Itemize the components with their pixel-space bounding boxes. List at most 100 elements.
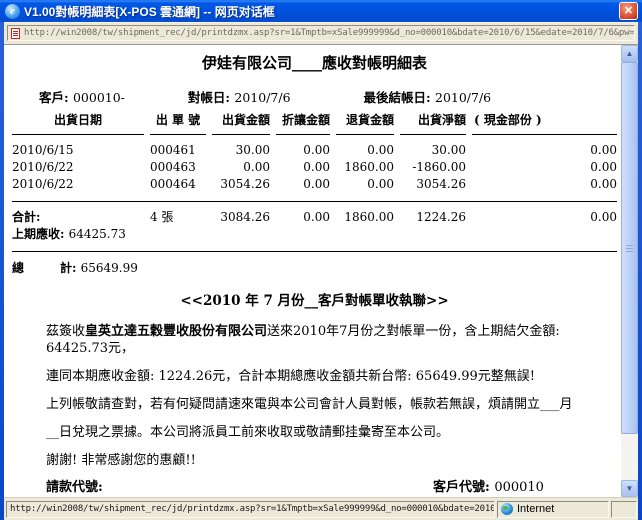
cell-docno: 000464 xyxy=(150,176,206,193)
col-header-discount: 折讓金額 xyxy=(276,112,330,129)
cell-date: 2010/6/15 xyxy=(12,142,144,159)
cell-return: 0.00 xyxy=(336,142,394,159)
customer-value: 000010- xyxy=(73,90,125,105)
resize-grip-pane xyxy=(611,501,637,518)
cell-cash: 0.00 xyxy=(472,159,617,176)
col-header-net: 出貨淨額 xyxy=(400,112,466,129)
customer-code-label: 客戶代號: xyxy=(433,480,494,495)
total-net: 1224.26 xyxy=(400,209,466,226)
previous-balance-value: 64425.73 xyxy=(69,227,126,241)
letter-paragraph-5: 謝謝! 非常感謝您的惠顧!! xyxy=(46,452,589,469)
customer-field: 客戶: 000010- xyxy=(39,87,125,106)
cell-discount: 0.00 xyxy=(276,142,330,159)
customer-label: 客戶: xyxy=(39,90,73,105)
title-bar[interactable]: e V1.00對帳明細表[X-POS 雲通網] -- 网页对话框 ✕ xyxy=(0,0,642,22)
vertical-scrollbar[interactable]: ▲ ▼ xyxy=(621,45,638,497)
cell-amount: 30.00 xyxy=(212,142,270,159)
bill-code-label: 請款代號: xyxy=(46,480,103,495)
total-amount: 3084.26 xyxy=(212,209,270,226)
header-underline xyxy=(12,134,617,136)
address-field: http://win2008/tw/shipment_rec/jd/printd… xyxy=(7,25,635,41)
letter-paragraph-1: 茲簽收皇英立達五穀豐收股份有限公司送來2010年7月份之對帳單一份，含上期結欠金… xyxy=(46,323,589,357)
report-info-row: 客戶: 000010- 對帳日: 2010/7/6 最後結帳日: 2010/7/… xyxy=(12,87,617,106)
letter-p1-prefix: 茲簽收 xyxy=(46,324,85,339)
letter-paragraph-3: 上列帳敬請查對，若有何疑問請速來電與本公司會計人員對帳，帳款若無誤，煩請開立__… xyxy=(46,396,589,413)
col-header-date: 出貨日期 xyxy=(12,112,144,129)
table-body: 2010/6/15 000461 30.00 0.00 0.00 30.00 0… xyxy=(12,142,617,193)
table-row: 2010/6/22 000463 0.00 0.00 1860.00 -1860… xyxy=(12,159,617,176)
table-row: 2010/6/15 000461 30.00 0.00 0.00 30.00 0… xyxy=(12,142,617,159)
statement-document: 伊娃有限公司____應收對帳明細表 客戶: 000010- 對帳日: 2010/… xyxy=(4,45,621,497)
close-button[interactable]: ✕ xyxy=(619,2,638,20)
cell-date: 2010/6/22 xyxy=(12,159,144,176)
grand-total-value: 65649.99 xyxy=(81,261,138,275)
scroll-down-icon: ▼ xyxy=(626,484,634,493)
cell-docno: 000463 xyxy=(150,159,206,176)
ie-icon: e xyxy=(5,4,20,19)
previous-balance-row: 上期應收: 64425.73 xyxy=(12,226,617,243)
report-title: 伊娃有限公司____應收對帳明細表 xyxy=(12,52,617,73)
total-label: 合計: xyxy=(12,209,144,226)
last-close-label: 最後結帳日: xyxy=(364,90,435,105)
bill-code-field: 請款代號: xyxy=(46,480,433,496)
cell-discount: 0.00 xyxy=(276,176,330,193)
status-bar: http://win2008/tw/shipment_rec/jd/printd… xyxy=(4,497,638,520)
divider xyxy=(12,251,617,252)
customer-code-field: 客戶代號: 000010 xyxy=(433,480,617,496)
divider xyxy=(12,201,617,202)
statement-date-value: 2010/7/6 xyxy=(234,90,290,105)
table-row: 2010/6/22 000464 3054.26 0.00 0.00 3054.… xyxy=(12,176,617,193)
col-header-docno: 出 單 號 xyxy=(150,112,206,129)
cell-docno: 000461 xyxy=(150,142,206,159)
window-title: V1.00對帳明細表[X-POS 雲通網] -- 网页对话框 xyxy=(24,3,619,20)
col-header-amount: 出貨金額 xyxy=(212,112,270,129)
previous-balance-label: 上期應收: xyxy=(12,227,69,241)
codes-row: 請款代號: 客戶代號: 000010 xyxy=(46,480,617,496)
cell-discount: 0.00 xyxy=(276,159,330,176)
letter-body: 茲簽收皇英立達五穀豐收股份有限公司送來2010年7月份之對帳單一份，含上期結欠金… xyxy=(46,323,589,469)
internet-globe-icon xyxy=(501,503,513,515)
scroll-down-button[interactable]: ▼ xyxy=(621,480,638,497)
cell-net: 3054.26 xyxy=(400,176,466,193)
address-url: http://win2008/tw/shipment_rec/jd/printd… xyxy=(24,28,635,38)
address-bar: http://win2008/tw/shipment_rec/jd/printd… xyxy=(4,22,638,44)
customer-code-value: 000010 xyxy=(494,480,544,495)
cell-amount: 0.00 xyxy=(212,159,270,176)
col-header-cash: ( 現金部份 ) xyxy=(472,112,617,129)
last-close-value: 2010/7/6 xyxy=(435,90,491,105)
total-return: 1860.00 xyxy=(336,209,394,226)
col-header-return: 退貨金額 xyxy=(336,112,394,129)
letter-company-name: 皇英立達五穀豐收股份有限公司 xyxy=(85,324,267,339)
security-zone-pane: Internet xyxy=(497,501,609,518)
grand-total-label: 總 計: xyxy=(12,261,81,275)
cell-cash: 0.00 xyxy=(472,176,617,193)
asp-page-icon xyxy=(11,28,20,39)
document-area: 伊娃有限公司____應收對帳明細表 客戶: 000010- 對帳日: 2010/… xyxy=(4,44,638,497)
scroll-up-icon: ▲ xyxy=(626,49,634,58)
statement-date-field: 對帳日: 2010/7/6 xyxy=(188,87,291,106)
total-row: 合計: 4 張 3084.26 0.00 1860.00 1224.26 0.0… xyxy=(12,209,617,226)
status-url-pane: http://win2008/tw/shipment_rec/jd/printd… xyxy=(6,501,495,518)
security-zone-label: Internet xyxy=(517,503,554,515)
total-discount: 0.00 xyxy=(276,209,330,226)
grand-total-row: 總 計: 65649.99 xyxy=(12,259,617,276)
cell-cash: 0.00 xyxy=(472,142,617,159)
letter-paragraph-2: 連同本期應收金額: 1224.26元，合計本期總應收金額共新台幣: 65649.… xyxy=(46,368,589,385)
cell-return: 1860.00 xyxy=(336,159,394,176)
letter-paragraph-4: __日兌現之票據。本公司將派員工前來收取或敬請郵挂彙寄至本公司。 xyxy=(46,424,589,441)
scrollbar-thumb[interactable] xyxy=(621,62,638,434)
cell-net: -1860.00 xyxy=(400,159,466,176)
letter-heading: <<2010 年 7 月份__客戶對帳單收執聯>> xyxy=(12,289,617,309)
dialog-window: e V1.00對帳明細表[X-POS 雲通網] -- 网页对话框 ✕ http:… xyxy=(0,0,642,520)
cell-net: 30.00 xyxy=(400,142,466,159)
table-header-row: 出貨日期 出 單 號 出貨金額 折讓金額 退貨金額 出貨淨額 ( 現金部份 ) xyxy=(12,112,617,129)
total-cash: 0.00 xyxy=(472,209,617,226)
statement-date-label: 對帳日: xyxy=(188,90,234,105)
status-url-text: http://win2008/tw/shipment_rec/jd/printd… xyxy=(10,504,495,514)
scroll-up-button[interactable]: ▲ xyxy=(621,45,638,62)
close-icon: ✕ xyxy=(624,5,633,17)
scrollbar-track[interactable] xyxy=(621,62,638,480)
last-close-field: 最後結帳日: 2010/7/6 xyxy=(364,87,492,106)
total-count: 4 張 xyxy=(150,209,206,226)
cell-amount: 3054.26 xyxy=(212,176,270,193)
